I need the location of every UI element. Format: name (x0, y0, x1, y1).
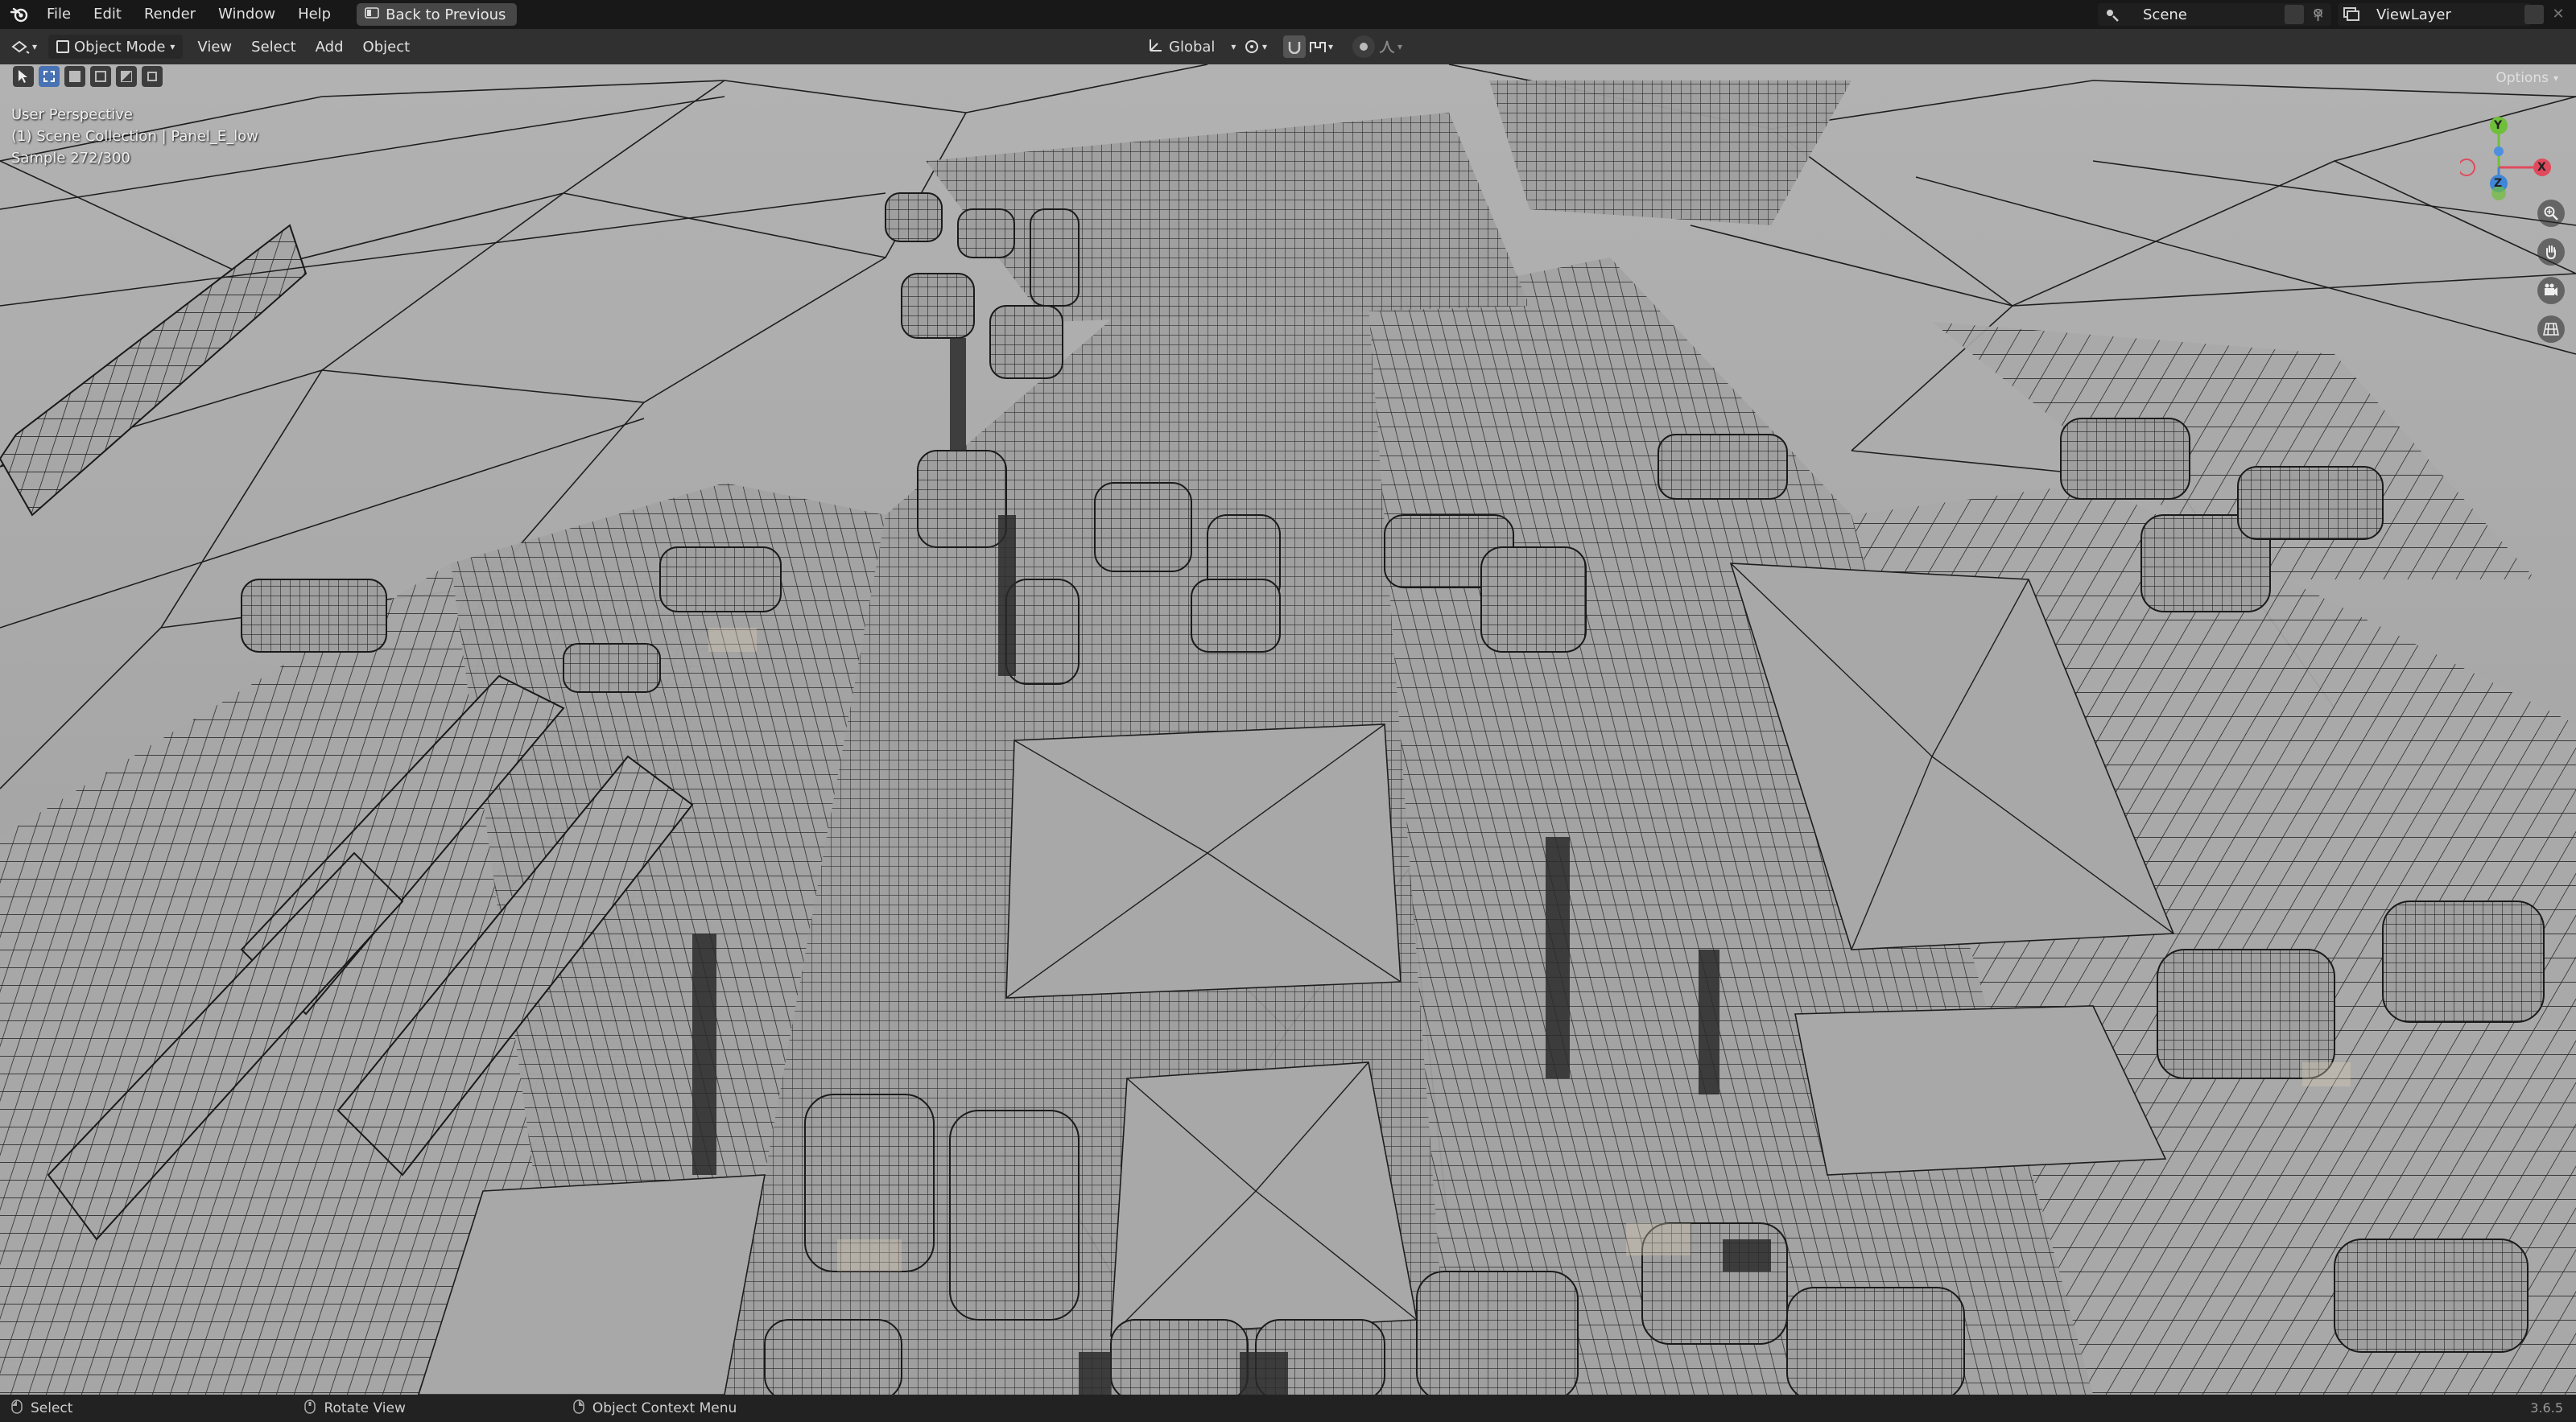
header-menu-select[interactable]: Select (242, 39, 306, 56)
gizmo-y-label: Y (2494, 119, 2503, 132)
selection-mode-toolbar (13, 66, 163, 87)
mouse-right-icon (573, 1399, 584, 1418)
blender-version: 3.6.5 (2530, 1400, 2563, 1416)
select-box-invert-icon[interactable] (116, 66, 137, 87)
navigation-gizmo[interactable]: X Y Z (2458, 103, 2565, 208)
gizmo-x-label: X (2537, 161, 2546, 174)
view-perspective-label: User Perspective (11, 106, 133, 123)
chevron-down-icon: ▾ (1231, 41, 1236, 52)
header-menu-add[interactable]: Add (306, 39, 353, 56)
view-layer-name: ViewLayer (2376, 6, 2451, 23)
back-icon (365, 6, 379, 23)
back-to-previous-label: Back to Previous (386, 6, 506, 23)
orientation-label: Global (1169, 38, 1216, 56)
proportional-edit-icon[interactable] (1352, 35, 1375, 58)
top-menu-bar: File Edit Render Window Help Back to Pre… (0, 0, 2576, 29)
object-mode-icon (56, 40, 69, 53)
menu-file[interactable]: File (35, 0, 82, 29)
status-rotate-label: Rotate View (324, 1400, 406, 1416)
new-view-layer-icon[interactable] (2524, 5, 2544, 24)
snap-toggle-icon[interactable] (1283, 35, 1306, 58)
select-box-extend-icon[interactable] (64, 66, 85, 87)
view-layer-icon (2338, 7, 2365, 22)
scene-icon (2098, 6, 2125, 23)
viewport-header: ▾ Object Mode ▾ View Select Add Object G… (0, 29, 2576, 87)
chevron-down-icon: ▾ (2553, 72, 2558, 84)
select-tool-icon[interactable] (13, 66, 34, 87)
falloff-icon[interactable]: ▾ (1378, 35, 1410, 58)
ortho-grid-icon[interactable] (2537, 315, 2565, 343)
mode-label: Object Mode (74, 38, 166, 56)
render-sample-counter: Sample 272/300 (11, 150, 130, 167)
menu-render[interactable]: Render (133, 0, 207, 29)
new-scene-icon[interactable] (2285, 5, 2304, 24)
header-menu-object[interactable]: Object (353, 39, 420, 56)
gizmo-z-label: Z (2494, 177, 2503, 190)
viewport-nav-buttons (2537, 200, 2565, 343)
menu-help[interactable]: Help (287, 0, 342, 29)
delete-scene-icon[interactable]: ✕ (2309, 5, 2328, 24)
camera-view-icon[interactable] (2537, 277, 2565, 304)
blender-logo-icon[interactable] (3, 0, 35, 29)
mode-dropdown[interactable]: Object Mode ▾ (48, 35, 184, 59)
status-context-hint: Object Context Menu (562, 1399, 748, 1418)
pivot-point-icon[interactable]: ▾ (1243, 35, 1275, 58)
options-dropdown[interactable]: Options ▾ (2487, 68, 2566, 89)
snap-target-icon[interactable]: ▾ (1309, 35, 1344, 58)
header-menu-view[interactable]: View (188, 39, 242, 56)
select-box-intersect-icon[interactable] (142, 66, 163, 87)
status-bar: Select Rotate View Object Context Menu 3… (0, 1395, 2576, 1422)
zoom-icon[interactable] (2537, 200, 2565, 227)
back-to-previous-button[interactable]: Back to Previous (357, 3, 518, 26)
editor-type-icon[interactable]: ▾ (11, 39, 43, 55)
options-label: Options (2496, 70, 2549, 86)
orientation-icon (1148, 37, 1164, 57)
menu-window[interactable]: Window (207, 0, 287, 29)
select-box-subtract-icon[interactable] (90, 66, 111, 87)
delete-view-layer-icon[interactable]: ✕ (2549, 5, 2568, 24)
status-select-hint: Select (0, 1399, 84, 1418)
status-rotate-hint: Rotate View (293, 1399, 416, 1418)
scene-name: Scene (2143, 6, 2187, 23)
mouse-middle-icon (304, 1399, 316, 1418)
mouse-left-icon (11, 1399, 23, 1418)
transform-orientation-dropdown[interactable]: Global ▾ (1140, 35, 1244, 59)
active-collection-label: (1) Scene Collection | Panel_E_low (11, 128, 259, 145)
menu-edit[interactable]: Edit (82, 0, 133, 29)
select-box-new-icon[interactable] (39, 66, 60, 87)
chevron-down-icon: ▾ (170, 41, 175, 52)
3d-viewport[interactable]: User Perspective (1) Scene Collection | … (0, 64, 2576, 1395)
wireframe-mesh-render (0, 64, 2576, 1395)
view-layer-selector[interactable]: ViewLayer (2338, 3, 2531, 26)
status-select-label: Select (31, 1400, 73, 1416)
pan-hand-icon[interactable] (2537, 238, 2565, 266)
status-context-label: Object Context Menu (592, 1400, 737, 1416)
